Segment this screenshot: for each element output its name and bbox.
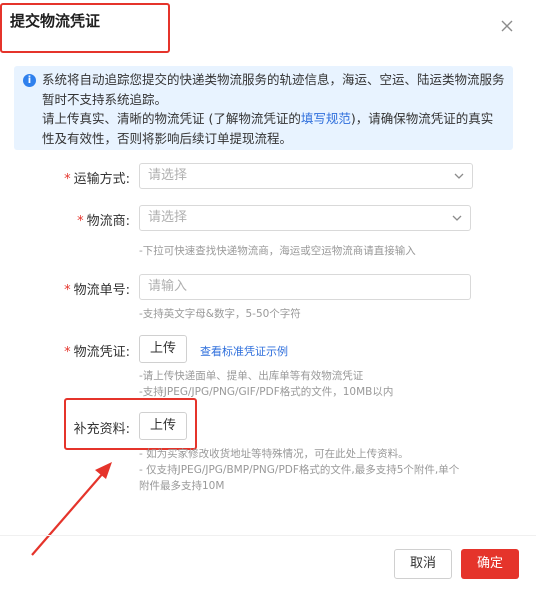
required-mark: * [77,214,84,229]
voucher-hint-1: -请上传快递面单、提单、出库单等有效物流凭证 [139,370,364,382]
chevron-down-icon [452,215,462,221]
tracking-label: * 物流单号: [40,279,130,298]
transport-select[interactable]: 请选择 [139,163,473,189]
carrier-select[interactable]: 请选择 [139,205,471,231]
supplement-hint-2: - 仅支持JPEG/JPG/BMP/PNG/PDF格式的文件,最多支持5个附件,… [139,464,460,476]
transport-label: * 运输方式: [40,168,130,187]
carrier-label-text: 物流商: [86,214,130,229]
required-mark: * [64,172,71,187]
carrier-label: * 物流商: [40,210,130,229]
cancel-button[interactable]: 取消 [394,549,452,579]
tracking-placeholder: 请输入 [148,279,188,294]
supplement-hint-1: - 如为买家修改收货地址等特殊情况，可在此处上传资料。 [139,448,409,460]
voucher-upload-button[interactable]: 上传 [139,335,188,363]
notice-line-2: 请上传真实、清晰的物流凭证 (了解物流凭证的填写规范)，请确保物流凭证的真实性及… [42,109,505,148]
footer-divider [0,535,536,536]
format-rules-link[interactable]: 填写规范 [301,111,351,126]
tracking-number-input[interactable]: 请输入 [139,274,471,300]
title-highlight-box [0,3,170,53]
info-icon: i [23,74,36,87]
confirm-button[interactable]: 确定 [461,549,519,579]
carrier-hint: -下拉可快速查找快递物流商，海运或空运物流商请直接输入 [139,245,416,257]
tracking-hint: -支持英文字母&数字，5-50个字符 [139,308,301,320]
required-mark: * [64,283,71,298]
notice-banner: i 系统将自动追踪您提交的快递类物流服务的轨迹信息，海运、空运、陆运类物流服务暂… [14,66,513,150]
notice-line-1: 系统将自动追踪您提交的快递类物流服务的轨迹信息，海运、空运、陆运类物流服务暂时不… [42,72,505,107]
transport-placeholder: 请选择 [148,168,188,183]
carrier-placeholder: 请选择 [148,210,188,225]
voucher-label: * 物流凭证: [40,341,130,360]
chevron-down-icon [454,173,464,179]
notice-line-2-prefix: 请上传真实、清晰的物流凭证 (了解物流凭证的 [42,111,301,126]
close-icon[interactable] [497,16,517,36]
supplement-label: 补充资料: [73,422,130,437]
transport-label-text: 运输方式: [73,172,130,187]
tracking-label-text: 物流单号: [73,283,130,298]
required-mark: * [64,345,71,360]
voucher-label-text: 物流凭证: [73,345,130,360]
voucher-example-link[interactable]: 查看标准凭证示例 [200,343,288,359]
supplement-upload-button[interactable]: 上传 [139,412,188,440]
supplement-hint-3: 附件最多支持10M [139,480,225,492]
